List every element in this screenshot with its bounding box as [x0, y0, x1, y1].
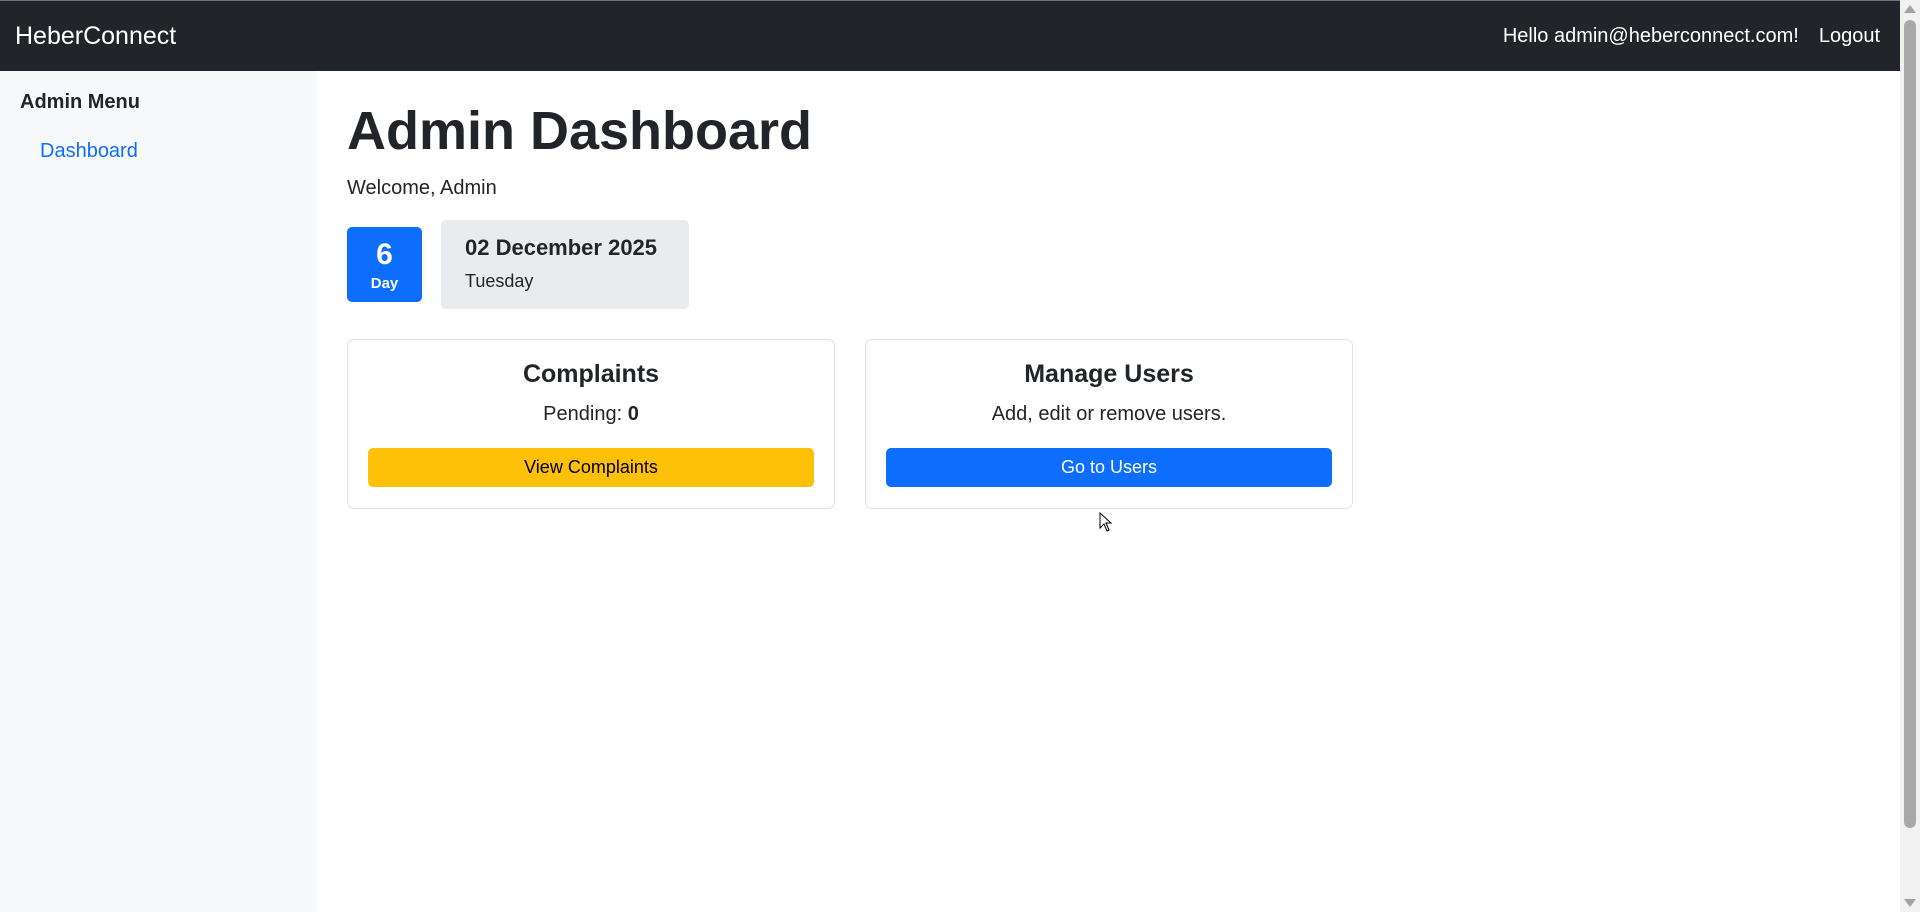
mouse-pointer-icon	[1099, 512, 1113, 532]
manage-users-description: Add, edit or remove users.	[991, 403, 1227, 426]
complaints-card-title: Complaints	[522, 360, 660, 389]
scrollbar-thumb[interactable]	[1904, 20, 1916, 828]
current-date: 02 December 2025	[465, 235, 658, 261]
complaints-card: Complaints Pending: 0 View Complaints	[347, 339, 835, 510]
view-complaints-button[interactable]: View Complaints	[368, 448, 814, 488]
pending-count: 0	[627, 403, 639, 426]
current-weekday: Tuesday	[465, 271, 534, 292]
sidebar: Admin Menu Dashboard	[0, 71, 317, 912]
pending-label: Pending:	[543, 403, 623, 426]
day-label: Day	[370, 274, 399, 292]
main-content: Admin Dashboard Welcome, Admin 6 Day 02 …	[317, 71, 1900, 912]
go-to-users-button[interactable]: Go to Users	[886, 448, 1332, 488]
logout-link[interactable]: Logout	[1819, 25, 1880, 48]
day-badge: 6 Day	[347, 227, 422, 303]
welcome-text: Welcome, Admin	[347, 177, 497, 200]
scroll-up-arrow-icon[interactable]	[1904, 5, 1916, 13]
dashboard-cards: Complaints Pending: 0 View Complaints Ma…	[347, 339, 1870, 510]
date-widget: 6 Day 02 December 2025 Tuesday	[347, 220, 1870, 310]
sidebar-item-dashboard[interactable]: Dashboard	[40, 140, 297, 163]
brand-link[interactable]: HeberConnect	[15, 22, 176, 51]
manage-users-card-title: Manage Users	[1024, 360, 1194, 389]
date-box: 02 December 2025 Tuesday	[441, 220, 689, 310]
user-greeting: Hello admin@heberconnect.com!	[1502, 24, 1799, 47]
scroll-down-arrow-icon[interactable]	[1904, 899, 1916, 907]
page-scrollbar[interactable]	[1900, 0, 1920, 912]
sidebar-heading: Admin Menu	[20, 91, 140, 113]
page-title: Admin Dashboard	[347, 101, 813, 161]
top-navbar: HeberConnect Hello admin@heberconnect.co…	[0, 0, 1900, 71]
day-number: 6	[376, 237, 393, 271]
pending-complaints-text: Pending: 0	[368, 403, 814, 426]
manage-users-card: Manage Users Add, edit or remove users. …	[865, 339, 1353, 510]
navbar-right: Hello admin@heberconnect.com! Logout	[1503, 25, 1880, 48]
